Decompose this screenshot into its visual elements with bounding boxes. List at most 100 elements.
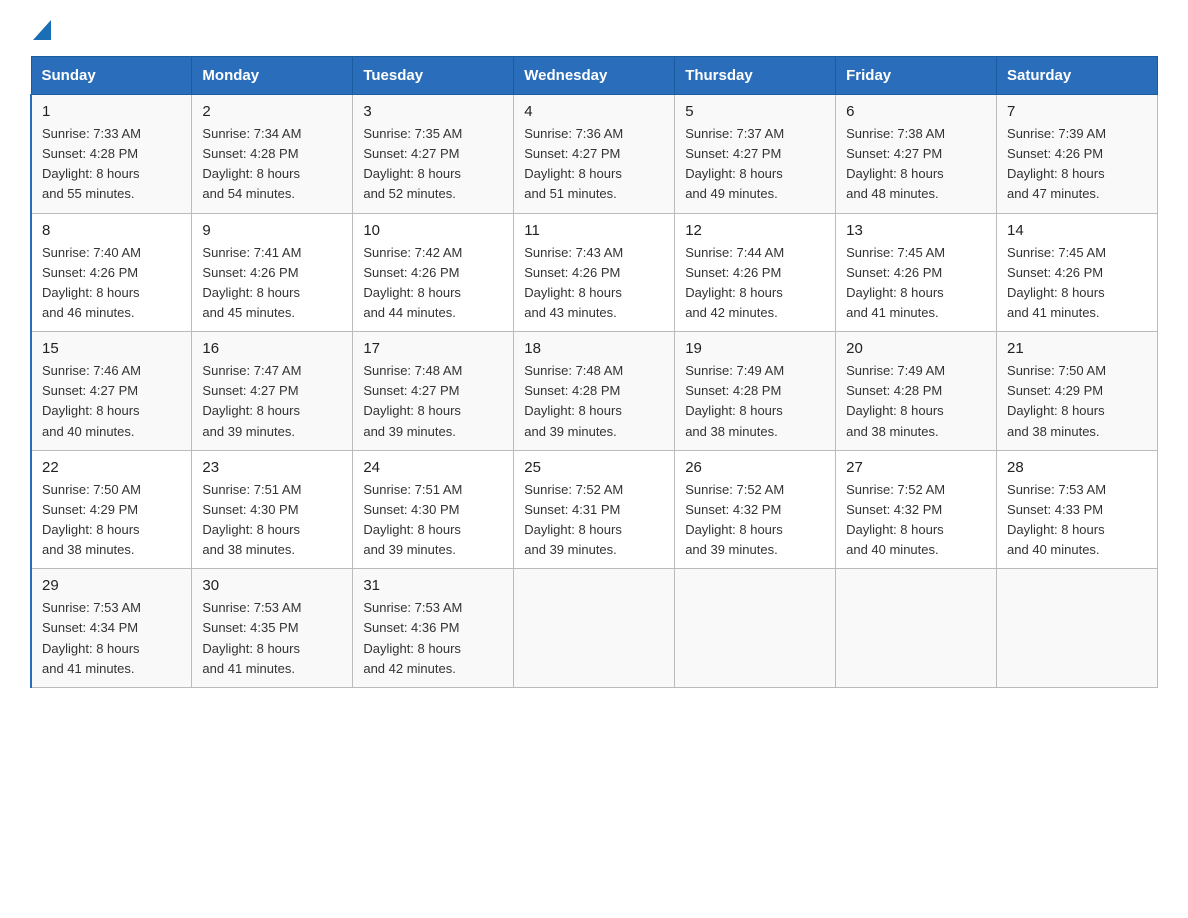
day-info: Sunrise: 7:51 AMSunset: 4:30 PMDaylight:… [202, 480, 342, 561]
day-info: Sunrise: 7:36 AMSunset: 4:27 PMDaylight:… [524, 124, 664, 205]
day-number: 7 [1007, 103, 1147, 120]
day-info: Sunrise: 7:39 AMSunset: 4:26 PMDaylight:… [1007, 124, 1147, 205]
day-number: 1 [42, 103, 181, 120]
calendar-week-row: 22 Sunrise: 7:50 AMSunset: 4:29 PMDaylig… [31, 450, 1158, 569]
day-info: Sunrise: 7:47 AMSunset: 4:27 PMDaylight:… [202, 361, 342, 442]
day-number: 30 [202, 577, 342, 594]
day-info: Sunrise: 7:45 AMSunset: 4:26 PMDaylight:… [1007, 243, 1147, 324]
day-info: Sunrise: 7:35 AMSunset: 4:27 PMDaylight:… [363, 124, 503, 205]
day-info: Sunrise: 7:45 AMSunset: 4:26 PMDaylight:… [846, 243, 986, 324]
day-info: Sunrise: 7:43 AMSunset: 4:26 PMDaylight:… [524, 243, 664, 324]
calendar-cell: 18 Sunrise: 7:48 AMSunset: 4:28 PMDaylig… [514, 332, 675, 451]
logo [30, 20, 51, 38]
day-number: 12 [685, 222, 825, 239]
day-info: Sunrise: 7:52 AMSunset: 4:32 PMDaylight:… [846, 480, 986, 561]
calendar-cell: 1 Sunrise: 7:33 AMSunset: 4:28 PMDayligh… [31, 95, 192, 214]
calendar-cell: 27 Sunrise: 7:52 AMSunset: 4:32 PMDaylig… [836, 450, 997, 569]
calendar-cell: 22 Sunrise: 7:50 AMSunset: 4:29 PMDaylig… [31, 450, 192, 569]
calendar-cell: 11 Sunrise: 7:43 AMSunset: 4:26 PMDaylig… [514, 213, 675, 332]
day-info: Sunrise: 7:51 AMSunset: 4:30 PMDaylight:… [363, 480, 503, 561]
day-number: 31 [363, 577, 503, 594]
calendar-cell: 26 Sunrise: 7:52 AMSunset: 4:32 PMDaylig… [675, 450, 836, 569]
day-number: 19 [685, 340, 825, 357]
calendar-cell: 15 Sunrise: 7:46 AMSunset: 4:27 PMDaylig… [31, 332, 192, 451]
calendar-cell: 6 Sunrise: 7:38 AMSunset: 4:27 PMDayligh… [836, 95, 997, 214]
day-info: Sunrise: 7:41 AMSunset: 4:26 PMDaylight:… [202, 243, 342, 324]
column-header-saturday: Saturday [997, 57, 1158, 95]
day-info: Sunrise: 7:53 AMSunset: 4:36 PMDaylight:… [363, 598, 503, 679]
calendar-cell [836, 569, 997, 688]
day-info: Sunrise: 7:53 AMSunset: 4:35 PMDaylight:… [202, 598, 342, 679]
calendar-cell: 21 Sunrise: 7:50 AMSunset: 4:29 PMDaylig… [997, 332, 1158, 451]
day-number: 23 [202, 459, 342, 476]
calendar-cell [675, 569, 836, 688]
calendar-table: SundayMondayTuesdayWednesdayThursdayFrid… [30, 56, 1158, 688]
column-header-friday: Friday [836, 57, 997, 95]
day-number: 5 [685, 103, 825, 120]
day-number: 28 [1007, 459, 1147, 476]
day-number: 3 [363, 103, 503, 120]
day-number: 16 [202, 340, 342, 357]
calendar-cell: 25 Sunrise: 7:52 AMSunset: 4:31 PMDaylig… [514, 450, 675, 569]
day-info: Sunrise: 7:52 AMSunset: 4:32 PMDaylight:… [685, 480, 825, 561]
calendar-cell: 12 Sunrise: 7:44 AMSunset: 4:26 PMDaylig… [675, 213, 836, 332]
calendar-cell: 24 Sunrise: 7:51 AMSunset: 4:30 PMDaylig… [353, 450, 514, 569]
day-info: Sunrise: 7:38 AMSunset: 4:27 PMDaylight:… [846, 124, 986, 205]
day-number: 17 [363, 340, 503, 357]
page-header [30, 20, 1158, 38]
calendar-cell: 2 Sunrise: 7:34 AMSunset: 4:28 PMDayligh… [192, 95, 353, 214]
calendar-cell: 13 Sunrise: 7:45 AMSunset: 4:26 PMDaylig… [836, 213, 997, 332]
calendar-week-row: 15 Sunrise: 7:46 AMSunset: 4:27 PMDaylig… [31, 332, 1158, 451]
calendar-cell [514, 569, 675, 688]
calendar-cell: 29 Sunrise: 7:53 AMSunset: 4:34 PMDaylig… [31, 569, 192, 688]
column-header-sunday: Sunday [31, 57, 192, 95]
day-number: 20 [846, 340, 986, 357]
day-number: 10 [363, 222, 503, 239]
day-number: 6 [846, 103, 986, 120]
day-info: Sunrise: 7:49 AMSunset: 4:28 PMDaylight:… [846, 361, 986, 442]
calendar-cell: 14 Sunrise: 7:45 AMSunset: 4:26 PMDaylig… [997, 213, 1158, 332]
column-header-monday: Monday [192, 57, 353, 95]
day-info: Sunrise: 7:50 AMSunset: 4:29 PMDaylight:… [1007, 361, 1147, 442]
day-info: Sunrise: 7:37 AMSunset: 4:27 PMDaylight:… [685, 124, 825, 205]
day-info: Sunrise: 7:44 AMSunset: 4:26 PMDaylight:… [685, 243, 825, 324]
calendar-cell: 17 Sunrise: 7:48 AMSunset: 4:27 PMDaylig… [353, 332, 514, 451]
column-header-wednesday: Wednesday [514, 57, 675, 95]
calendar-cell: 19 Sunrise: 7:49 AMSunset: 4:28 PMDaylig… [675, 332, 836, 451]
day-number: 22 [42, 459, 181, 476]
day-number: 15 [42, 340, 181, 357]
day-info: Sunrise: 7:53 AMSunset: 4:34 PMDaylight:… [42, 598, 181, 679]
day-info: Sunrise: 7:53 AMSunset: 4:33 PMDaylight:… [1007, 480, 1147, 561]
calendar-cell: 7 Sunrise: 7:39 AMSunset: 4:26 PMDayligh… [997, 95, 1158, 214]
day-number: 8 [42, 222, 181, 239]
calendar-week-row: 29 Sunrise: 7:53 AMSunset: 4:34 PMDaylig… [31, 569, 1158, 688]
day-number: 9 [202, 222, 342, 239]
column-header-tuesday: Tuesday [353, 57, 514, 95]
column-header-thursday: Thursday [675, 57, 836, 95]
day-info: Sunrise: 7:46 AMSunset: 4:27 PMDaylight:… [42, 361, 181, 442]
day-number: 29 [42, 577, 181, 594]
calendar-cell: 4 Sunrise: 7:36 AMSunset: 4:27 PMDayligh… [514, 95, 675, 214]
day-number: 24 [363, 459, 503, 476]
day-number: 26 [685, 459, 825, 476]
day-number: 4 [524, 103, 664, 120]
day-info: Sunrise: 7:33 AMSunset: 4:28 PMDaylight:… [42, 124, 181, 205]
day-number: 13 [846, 222, 986, 239]
day-number: 14 [1007, 222, 1147, 239]
calendar-cell: 8 Sunrise: 7:40 AMSunset: 4:26 PMDayligh… [31, 213, 192, 332]
logo-arrow-icon [33, 20, 51, 40]
calendar-week-row: 8 Sunrise: 7:40 AMSunset: 4:26 PMDayligh… [31, 213, 1158, 332]
calendar-cell: 23 Sunrise: 7:51 AMSunset: 4:30 PMDaylig… [192, 450, 353, 569]
calendar-cell: 16 Sunrise: 7:47 AMSunset: 4:27 PMDaylig… [192, 332, 353, 451]
calendar-cell: 31 Sunrise: 7:53 AMSunset: 4:36 PMDaylig… [353, 569, 514, 688]
calendar-cell: 30 Sunrise: 7:53 AMSunset: 4:35 PMDaylig… [192, 569, 353, 688]
day-number: 27 [846, 459, 986, 476]
calendar-cell [997, 569, 1158, 688]
day-info: Sunrise: 7:42 AMSunset: 4:26 PMDaylight:… [363, 243, 503, 324]
day-info: Sunrise: 7:40 AMSunset: 4:26 PMDaylight:… [42, 243, 181, 324]
day-number: 25 [524, 459, 664, 476]
calendar-cell: 3 Sunrise: 7:35 AMSunset: 4:27 PMDayligh… [353, 95, 514, 214]
day-info: Sunrise: 7:49 AMSunset: 4:28 PMDaylight:… [685, 361, 825, 442]
calendar-cell: 10 Sunrise: 7:42 AMSunset: 4:26 PMDaylig… [353, 213, 514, 332]
day-info: Sunrise: 7:48 AMSunset: 4:28 PMDaylight:… [524, 361, 664, 442]
